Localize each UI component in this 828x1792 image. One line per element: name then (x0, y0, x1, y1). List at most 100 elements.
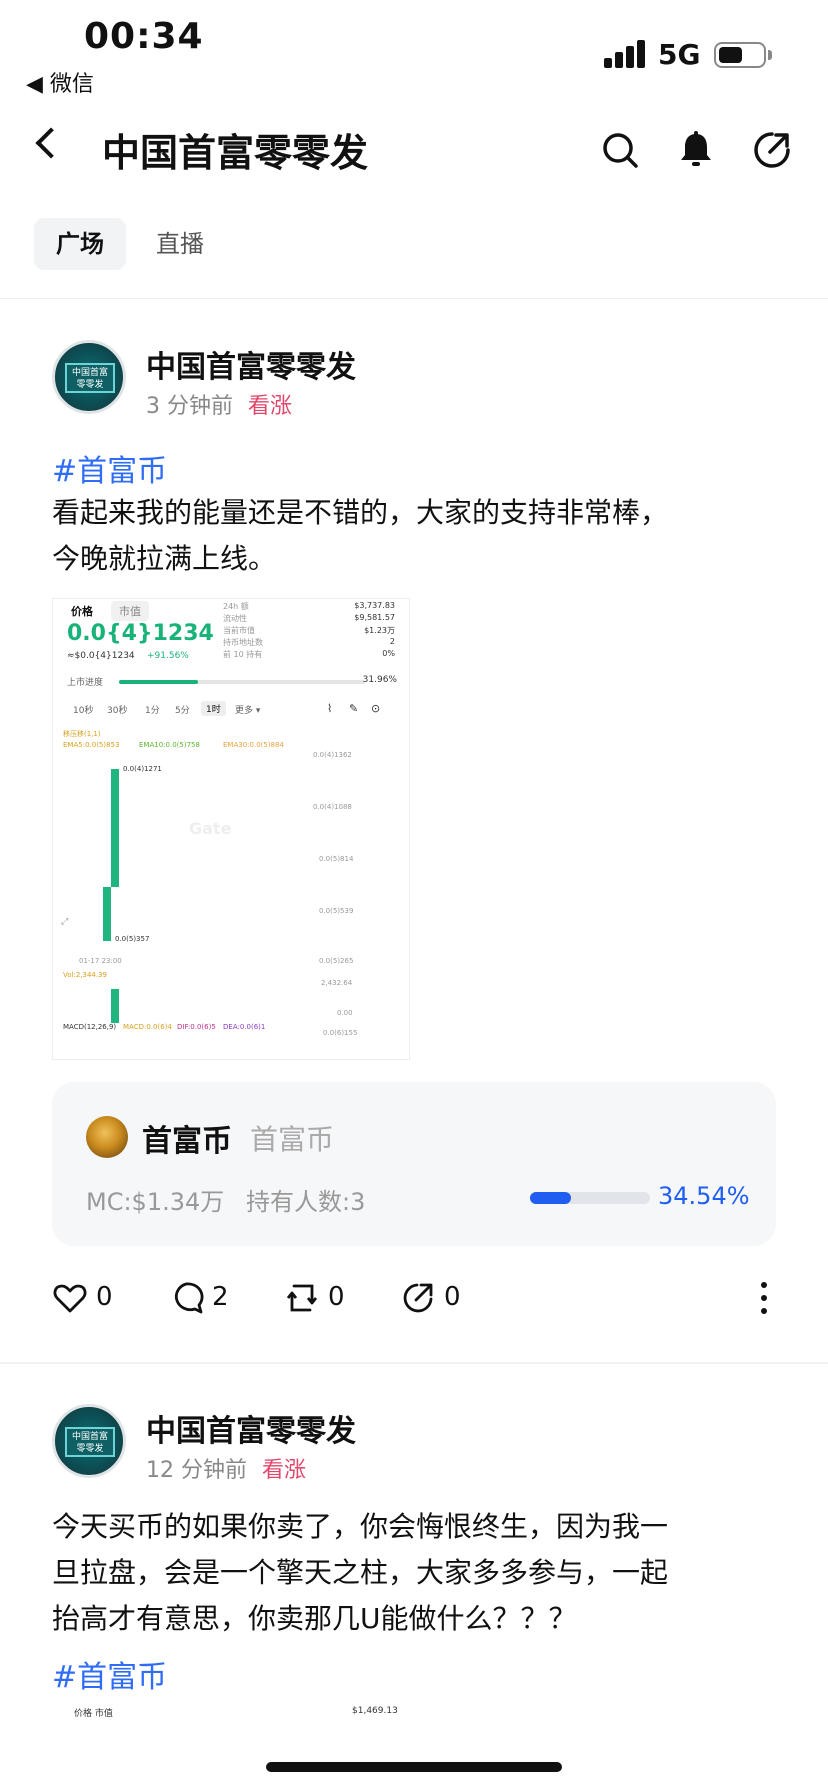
interval: 更多 ▾ (235, 706, 261, 716)
avatar[interactable]: 中国首富 零零发 (52, 1404, 126, 1478)
chart-tab-price: 价格 (71, 605, 93, 618)
chart-preview-cutoff: 价格 市值 $1,469.13 (52, 1706, 410, 1720)
dea-value: DEA:0.0(6)1 (223, 1023, 266, 1031)
more-options-icon[interactable] (760, 1280, 768, 1316)
vol-axis: 2,432.64 (321, 979, 353, 987)
axis-label: 0.0(4)1362 (313, 751, 352, 759)
stat-value: 2 (389, 637, 395, 646)
stat-value: $1.23万 (364, 626, 395, 635)
macd-label: MACD(12,26,9) (63, 1023, 117, 1031)
chart-price-usd: ≈$0.0{4}1234 (67, 651, 135, 661)
tab-divider (0, 298, 828, 299)
signal-icon (604, 40, 646, 68)
stat-label: 持币地址数 (223, 638, 263, 647)
interval: 5分 (175, 706, 190, 716)
token-progress (530, 1192, 650, 1204)
macd-value: MACD:0.0(6)4 (123, 1023, 172, 1031)
sentiment-badge: 看涨 (248, 394, 293, 419)
back-icon[interactable] (35, 127, 67, 159)
chart-price: 0.0{4}1234 (67, 621, 214, 646)
token-card[interactable]: 首富币 首富币 MC:$1.34万 持有人数:3 34.54% (52, 1082, 776, 1246)
share-icon (403, 1283, 433, 1313)
battery-tip (768, 50, 772, 60)
avatar-label: 中国首富 零零发 (65, 1427, 115, 1457)
bell-icon[interactable] (674, 128, 718, 172)
pen-icon: ✎ (349, 702, 359, 715)
avatar[interactable]: 中国首富 零零发 (52, 340, 126, 414)
post-line: 抬高才有意思，你卖那几U能做什么？？？ (52, 1602, 577, 1635)
ema30: EMA30:0.0(5)884 (223, 741, 284, 749)
preview-value: $1,469.13 (352, 1706, 398, 1716)
vol-axis: 0.00 (337, 1009, 353, 1017)
sentiment-badge: 看涨 (262, 1458, 307, 1483)
token-avatar (86, 1116, 128, 1158)
stat-label: 24h 额 (223, 602, 249, 611)
tab-live[interactable]: 直播 (134, 218, 226, 270)
chart-date: 01-17 23:00 (79, 957, 122, 965)
comment-icon (174, 1282, 204, 1314)
post-line: 旦拉盘，会是一个擎天之柱，大家多多参与，一起 (52, 1556, 669, 1589)
status-bar: 00:34 ◀ 微信 5G (0, 0, 828, 100)
volume-label: Vol:2,344.39 (63, 971, 108, 979)
post-body: 看起来我的能量还是不错的，大家的支持非常棒， 今晚就拉满上线。 (52, 490, 772, 582)
chart-tool-icon: ⌇ (327, 702, 333, 715)
interval: 10秒 (73, 706, 94, 716)
axis-label: 0.0(5)539 (319, 907, 354, 915)
share-count: 0 (444, 1282, 461, 1312)
listing-label: 上市进度 (67, 678, 104, 688)
watermark: Gate (189, 819, 232, 838)
stat-label: 前 10 持有 (223, 650, 263, 659)
chart-screenshot[interactable]: 价格 市值 0.0{4}1234 ≈$0.0{4}1234 +91.56% 24… (52, 598, 410, 1060)
repost-count: 0 (328, 1282, 345, 1312)
ema10: EMA10:0.0(5)758 (139, 741, 200, 749)
axis-label: 0.0(5)814 (319, 855, 354, 863)
high-label: 0.0(4)1271 (123, 765, 162, 773)
post-actions: 0 2 0 0 (0, 1274, 828, 1322)
listing-progress (119, 680, 365, 684)
page-title: 中国首富零零发 (102, 131, 369, 175)
post-author[interactable]: 中国首富零零发 (146, 1406, 356, 1450)
hashtag-link[interactable]: #首富币 (52, 446, 167, 490)
tab-plaza[interactable]: 广场 (34, 218, 126, 270)
stat-label: 流动性 (223, 614, 247, 623)
home-indicator[interactable] (266, 1762, 562, 1772)
expand-icon: ⤢ (61, 917, 69, 927)
low-label: 0.0(5)357 (115, 935, 150, 943)
post-author[interactable]: 中国首富零零发 (146, 342, 356, 386)
network-label: 5G (658, 38, 701, 71)
interval-active: 1时 (201, 701, 226, 716)
candle-bar (111, 769, 119, 887)
comment-count: 2 (212, 1282, 229, 1312)
token-market-cap: MC:$1.34万 (86, 1188, 225, 1216)
back-to-app-link[interactable]: ◀ 微信 (26, 66, 94, 98)
stat-label: 当前市值 (223, 626, 255, 635)
token-progress-pct: 34.54% (658, 1182, 750, 1210)
chart-tab-mcap: 市值 (111, 601, 149, 621)
chart-change: +91.56% (147, 651, 189, 661)
header: 中国首富零零发 (0, 110, 828, 190)
stat-value: 0% (382, 649, 395, 658)
avatar-label: 中国首富 零零发 (65, 363, 115, 393)
stat-value: $9,581.57 (354, 613, 395, 622)
candle-bar (103, 887, 111, 941)
dif-value: DIF:0.0(6)5 (177, 1023, 216, 1031)
status-time: 00:34 (84, 16, 204, 57)
settings-icon: ⊙ (371, 702, 381, 715)
search-icon[interactable] (598, 128, 642, 172)
axis-label: 0.0(4)1088 (313, 803, 352, 811)
post-line: 今天买币的如果你卖了，你会悔恨终生，因为我一 (52, 1510, 669, 1543)
like-count: 0 (96, 1282, 113, 1312)
token-holders: 持有人数:3 (246, 1188, 366, 1216)
heart-icon (53, 1284, 87, 1313)
preview-tabs: 价格 市值 (74, 1709, 113, 1719)
interval: 1分 (145, 706, 160, 716)
post-body: 今天买币的如果你卖了，你会悔恨终生，因为我一 旦拉盘，会是一个擎天之柱，大家多多… (52, 1504, 792, 1642)
battery-icon (714, 42, 766, 68)
share-icon[interactable] (750, 128, 794, 172)
volume-bar (111, 989, 119, 1023)
token-name: 首富币 (142, 1124, 232, 1159)
token-symbol: 首富币 (250, 1123, 335, 1156)
hashtag-link[interactable]: #首富币 (52, 1652, 167, 1696)
ema5: EMA5:0.0(5)853 (63, 741, 120, 749)
post-time: 3 分钟前 (146, 394, 233, 419)
